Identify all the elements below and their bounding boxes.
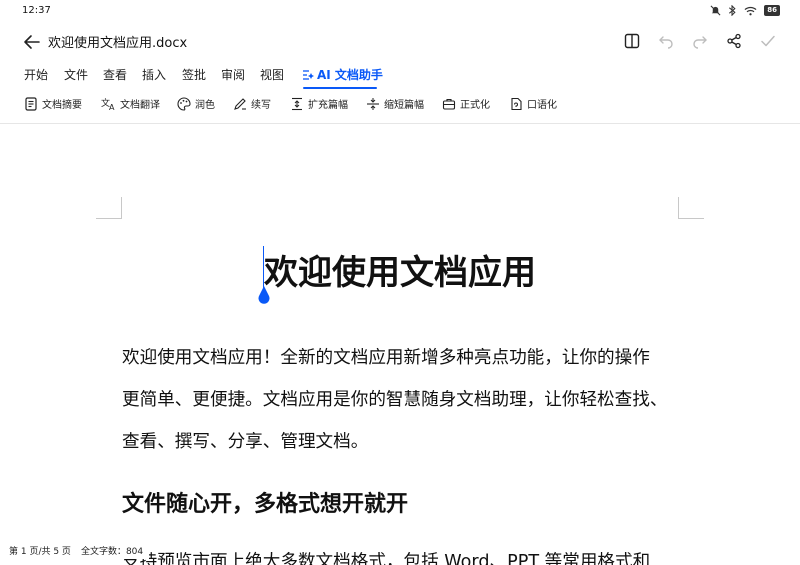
ai-toolbar: 文档摘要 文A 文档翻译 润色 续写 扩充篇幅 缩短篇幅 正式化 口语化 (0, 94, 800, 118)
tab-sign[interactable]: 签批 (182, 66, 206, 83)
summary-label: 文档摘要 (42, 100, 82, 111)
share-icon[interactable] (724, 31, 744, 51)
title-actions (622, 31, 778, 51)
status-bar: 12:37 86 (0, 0, 800, 24)
title-bar: 欢迎使用文档应用.docx (0, 26, 800, 56)
formalize-label: 正式化 (460, 100, 490, 111)
tab-insert[interactable]: 插入 (142, 66, 166, 83)
redo-icon[interactable] (690, 31, 710, 51)
expand-length-label: 扩充篇幅 (308, 100, 348, 111)
status-icons: 86 (710, 5, 780, 16)
confirm-check-icon[interactable] (758, 31, 778, 51)
pen-icon (233, 97, 247, 111)
colloquial-label: 口语化 (527, 100, 557, 111)
expand-length-button[interactable]: 扩充篇幅 (290, 96, 348, 111)
tab-ai-assistant-label: AI 文档助手 (317, 68, 383, 82)
shorten-length-button[interactable]: 缩短篇幅 (366, 96, 424, 111)
palette-icon (177, 96, 191, 111)
tab-ai-assistant[interactable]: AI 文档助手 (302, 66, 383, 84)
summary-button[interactable]: 文档摘要 (24, 96, 82, 111)
tab-start[interactable]: 开始 (24, 66, 48, 83)
polish-label: 润色 (195, 100, 215, 111)
shorten-icon (366, 97, 380, 111)
continue-writing-button[interactable]: 续写 (233, 96, 271, 111)
shorten-length-label: 缩短篇幅 (384, 100, 424, 111)
document-title: 欢迎使用文档应用.docx (48, 36, 188, 51)
back-arrow-icon[interactable] (22, 32, 42, 52)
page-indicator: 第 1 页/共 5 页 (9, 546, 71, 557)
cursor-handle-icon[interactable] (257, 286, 271, 306)
undo-icon[interactable] (656, 31, 676, 51)
ai-sparkle-icon (302, 69, 314, 84)
page-corner-mark-right (678, 197, 704, 219)
document-heading[interactable]: 欢迎使用文档应用 (264, 245, 536, 294)
paragraph-line: 更简单、更便捷。文档应用是你的智慧随身文档助理，让你轻松查找、 (122, 390, 668, 410)
briefcase-icon (442, 97, 456, 111)
section-heading[interactable]: 文件随心开，多格式想开就开 (122, 486, 408, 518)
translate-button[interactable]: 文A 文档翻译 (101, 96, 160, 112)
word-count: 全文字数：804 (80, 546, 144, 557)
active-tab-indicator (303, 87, 377, 89)
translate-label: 文档翻译 (120, 100, 160, 111)
status-time: 12:37 (22, 5, 51, 16)
tab-review[interactable]: 审阅 (221, 66, 245, 83)
expand-icon (290, 97, 304, 111)
wifi-icon (744, 6, 757, 16)
paragraph-line: 查看、撰写、分享、管理文档。 (122, 432, 369, 452)
paragraph-formats[interactable]: 支持预览市面上绝大多数文档格式，包括 Word、PPT 等常用格式和 (122, 550, 650, 565)
text-cursor (263, 246, 264, 288)
do-not-disturb-icon (710, 5, 721, 16)
svg-text:A: A (109, 103, 115, 111)
bluetooth-icon (728, 5, 737, 16)
document-summary-icon (24, 96, 38, 111)
document-page[interactable]: 欢迎使用文档应用 欢迎使用文档应用！全新的文档应用新增多种亮点功能，让你的操作 … (0, 124, 800, 565)
chat-document-icon (509, 97, 523, 111)
page-corner-mark-left (96, 197, 122, 219)
paragraph-intro[interactable]: 欢迎使用文档应用！全新的文档应用新增多种亮点功能，让你的操作 更简单、更便捷。文… (122, 346, 684, 472)
paragraph-line: 欢迎使用文档应用！全新的文档应用新增多种亮点功能，让你的操作 (122, 348, 650, 368)
status-footer: 第 1 页/共 5 页 全文字数：804 (0, 541, 150, 559)
continue-writing-label: 续写 (251, 100, 271, 111)
tab-view[interactable]: 视图 (260, 66, 284, 83)
formalize-button[interactable]: 正式化 (442, 96, 490, 111)
split-view-icon[interactable] (622, 31, 642, 51)
translate-icon: 文A (101, 97, 116, 111)
battery-icon: 86 (764, 5, 780, 16)
menu-bar: 开始 文件 查看 插入 签批 审阅 视图 AI 文档助手 (0, 62, 800, 89)
tab-view-doc[interactable]: 查看 (103, 66, 127, 83)
colloquial-button[interactable]: 口语化 (509, 96, 557, 111)
polish-button[interactable]: 润色 (177, 96, 215, 111)
tab-file[interactable]: 文件 (64, 66, 88, 83)
